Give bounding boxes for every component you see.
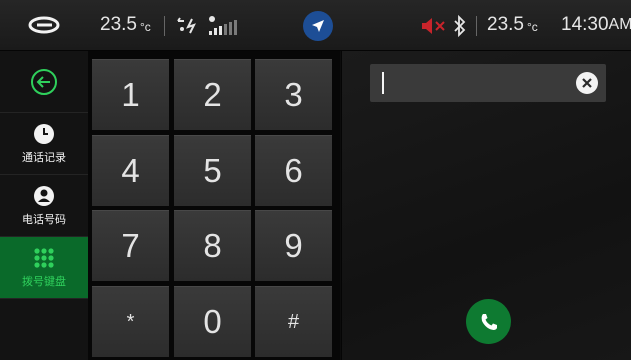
key-1[interactable]: 1 [92,59,169,130]
key-3[interactable]: 3 [255,59,332,130]
sidebar-item-dialpad[interactable]: 拨号键盘 [0,237,88,299]
text-caret [382,72,384,94]
dial-keypad: 1 2 3 4 5 6 7 8 9 * 0 # [88,51,340,360]
outside-temperature: 23.5 °c [100,14,151,35]
status-bar: 23.5 °c 23.5 °c 14:30 AM [0,0,631,51]
key-2[interactable]: 2 [174,59,251,130]
key-6[interactable]: 6 [255,135,332,206]
dial-panel [341,51,631,360]
clock-icon [34,123,54,144]
inside-temperature: 23.5 °c [487,14,538,35]
key-0[interactable]: 0 [174,286,251,357]
key-8[interactable]: 8 [174,210,251,281]
key-star[interactable]: * [92,286,169,357]
clock: 14:30 AM [561,14,631,35]
status-divider [476,16,477,36]
navigation-arrow-icon [312,20,324,32]
brand-logo-icon [28,16,60,34]
back-button[interactable] [0,51,88,113]
key-4[interactable]: 4 [92,135,169,206]
fan-level-icon [207,14,241,38]
dialpad-grid-icon [34,247,54,268]
home-logo-button[interactable] [0,0,88,50]
sidebar-item-call-log[interactable]: 通话记录 [0,113,88,175]
contact-person-icon [34,185,54,206]
speaker-muted-icon [420,16,448,36]
clear-x-icon [582,78,592,88]
fan-airflow-icon [174,15,202,37]
status-divider [164,16,165,36]
key-9[interactable]: 9 [255,210,332,281]
sidebar-item-label: 通话记录 [22,151,66,164]
sidebar-item-label: 拨号键盘 [22,275,66,288]
call-button[interactable] [466,299,511,344]
bluetooth-icon [452,14,468,38]
navigation-button[interactable] [303,11,333,41]
sidebar: 通话记录 电话号码 拨号键盘 [0,51,88,360]
sidebar-item-label: 电话号码 [22,213,66,226]
phone-call-icon [481,313,497,330]
key-5[interactable]: 5 [174,135,251,206]
key-7[interactable]: 7 [92,210,169,281]
key-pound[interactable]: # [255,286,332,357]
clear-input-button[interactable] [576,72,598,94]
sidebar-item-contacts[interactable]: 电话号码 [0,175,88,237]
phone-number-input[interactable] [370,64,606,102]
back-arrow-icon [31,68,57,95]
